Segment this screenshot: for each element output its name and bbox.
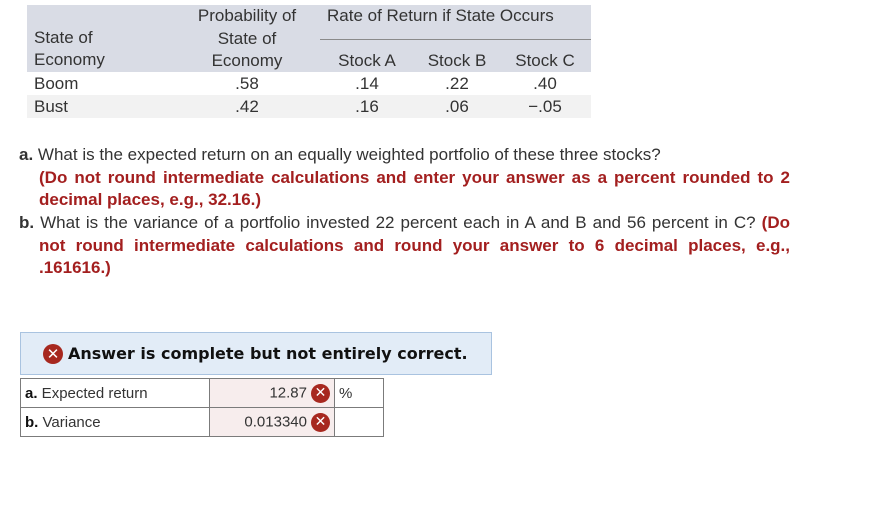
incorrect-x-icon: ✕ — [311, 383, 330, 403]
question-a: a. What is the expected return on an equ… — [19, 144, 790, 212]
answer-label-prefix: a. — [25, 384, 38, 402]
cell-stock-b: .06 — [445, 97, 469, 116]
expected-return-input[interactable]: 12.87 ✕ — [209, 378, 335, 408]
header-state-line2: Economy — [34, 50, 105, 69]
answer-label-prefix: b. — [25, 413, 39, 431]
header-rate-of-return: Rate of Return if State Occurs — [327, 6, 554, 25]
header-stock-a: Stock A — [338, 51, 396, 70]
answer-unit — [334, 407, 384, 437]
cell-stock-c: .40 — [533, 74, 557, 93]
question-a-instruction: (Do not round intermediate calculations … — [39, 167, 790, 210]
question-b-label: b. — [19, 213, 35, 232]
question-b-body: b. What is the variance of a portfolio i… — [19, 212, 790, 280]
cell-stock-a: .16 — [355, 97, 379, 116]
answer-label: b. Variance — [20, 407, 210, 437]
question-a-text: What is the expected return on an equall… — [37, 145, 661, 164]
header-prob-line2: State of — [217, 28, 277, 48]
answer-value: 12.87 — [269, 383, 307, 401]
incorrect-x-icon: ✕ — [311, 412, 330, 432]
header-prob-line1: Probability of — [197, 6, 297, 25]
answer-value: 0.013340 — [244, 412, 307, 430]
cell-probability: .58 — [235, 74, 259, 93]
cell-stock-c: −.05 — [528, 97, 562, 116]
header-prob-line3: Economy — [211, 51, 283, 70]
cell-probability: .42 — [235, 97, 259, 116]
table-header: State of Economy Probability of State of… — [27, 5, 591, 72]
header-divider — [320, 39, 591, 40]
question-b-text: What is the variance of a portfolio inve… — [40, 213, 756, 232]
feedback-banner: ✕ Answer is complete but not entirely co… — [20, 332, 492, 375]
answer-unit: % — [334, 378, 384, 408]
header-state: State of Economy — [34, 27, 105, 71]
incorrect-x-icon: ✕ — [43, 343, 63, 364]
table-row: Boom .58 .14 .22 .40 — [27, 72, 591, 95]
table-row: Bust .42 .16 .06 −.05 — [27, 95, 591, 118]
question-a-label: a. — [19, 145, 34, 164]
header-probability: Probability of State of Economy — [182, 5, 312, 73]
variance-input[interactable]: 0.013340 ✕ — [209, 407, 335, 437]
question-a-body: a. What is the expected return on an equ… — [19, 144, 790, 212]
question-b: b. What is the variance of a portfolio i… — [19, 212, 790, 280]
answer-table: a. Expected return 12.87 ✕ % b. Variance … — [20, 378, 384, 437]
cell-stock-b: .22 — [445, 74, 469, 93]
answer-label-text: Variance — [38, 413, 101, 431]
header-state-line1: State of — [34, 28, 93, 47]
header-stock-b: Stock B — [427, 51, 487, 70]
answer-label-text: Expected return — [37, 384, 148, 402]
cell-state: Bust — [34, 97, 69, 116]
returns-table: State of Economy Probability of State of… — [27, 5, 591, 118]
cell-stock-a: .14 — [355, 74, 379, 93]
header-stock-c: Stock C — [515, 51, 575, 70]
cell-state: Boom — [34, 74, 79, 93]
feedback-message: Answer is complete but not entirely corr… — [68, 344, 468, 363]
answer-row-expected-return: a. Expected return 12.87 ✕ % — [20, 378, 384, 408]
answer-row-variance: b. Variance 0.013340 ✕ — [20, 407, 384, 437]
answer-label: a. Expected return — [20, 378, 210, 408]
